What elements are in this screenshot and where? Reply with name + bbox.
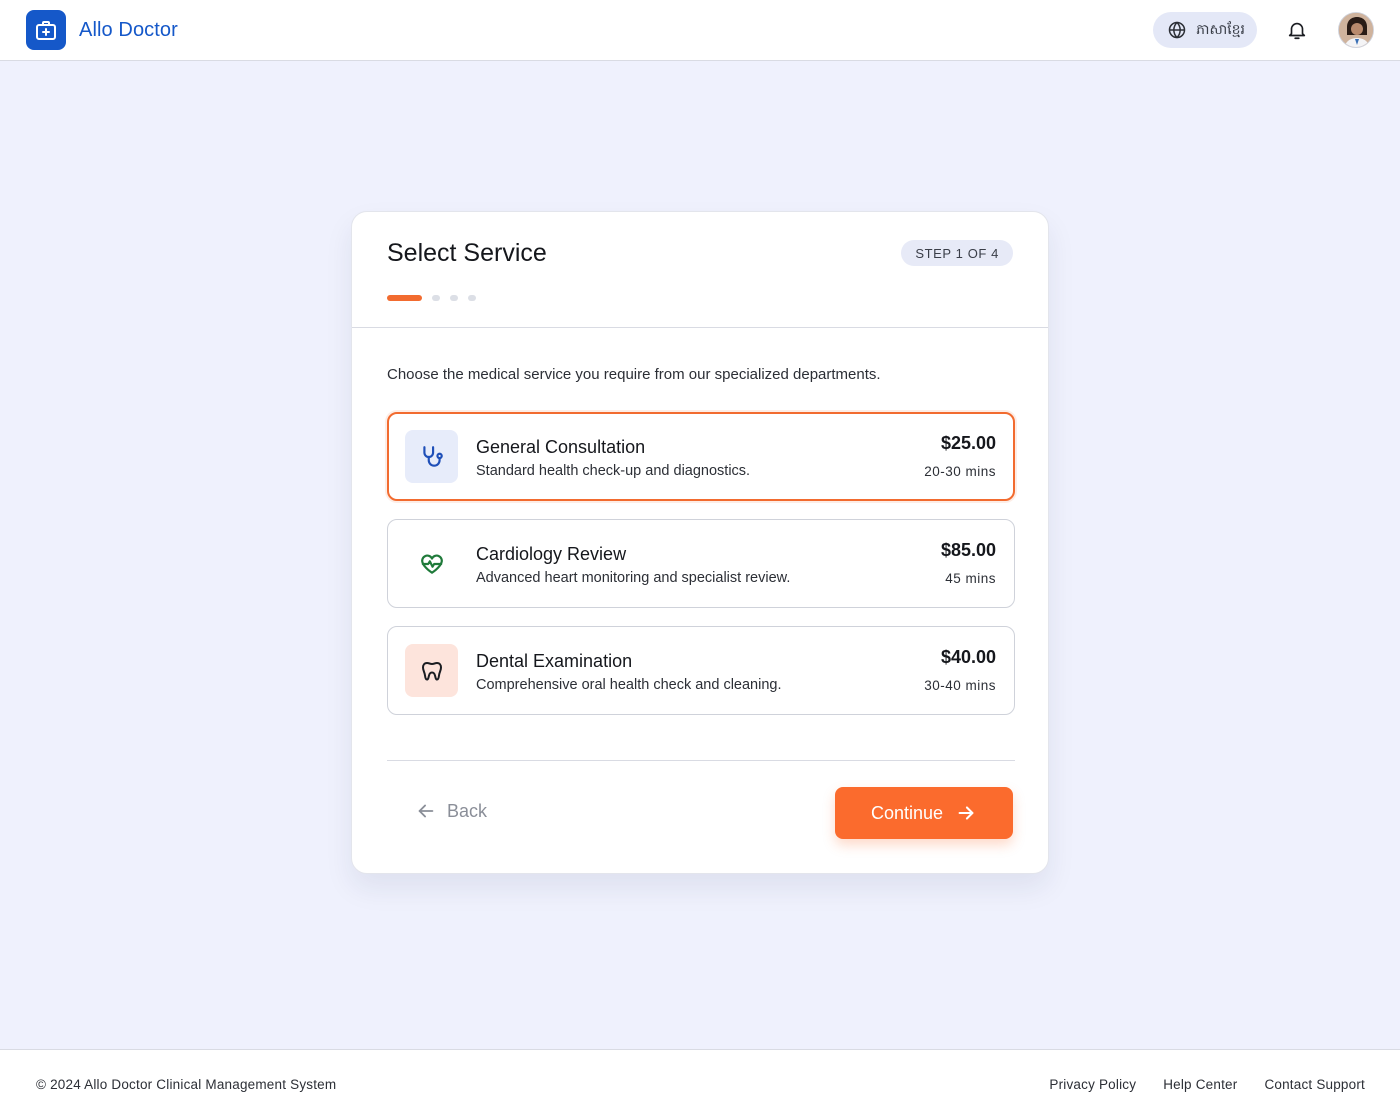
- globe-icon: [1168, 21, 1186, 39]
- back-button-label: Back: [447, 800, 488, 821]
- service-duration: 45 mins: [945, 571, 996, 586]
- progress-step-3: [450, 295, 458, 301]
- service-duration: 30-40 mins: [924, 678, 996, 693]
- service-name: Dental Examination: [476, 651, 633, 671]
- user-avatar[interactable]: [1338, 12, 1374, 48]
- brand[interactable]: Allo Doctor: [26, 10, 178, 50]
- medical-kit-logo-icon: [26, 10, 66, 50]
- select-service-card: Select Service STEP 1 OF 4 Choose the me…: [351, 211, 1049, 874]
- footer-links: Privacy Policy Help Center Contact Suppo…: [1049, 1077, 1365, 1092]
- page-title: Select Service: [387, 239, 547, 267]
- top-navigation-bar: Allo Doctor ភាសាខ្មែរ: [0, 0, 1400, 61]
- service-duration: 20-30 mins: [924, 464, 996, 479]
- notifications-button[interactable]: [1285, 18, 1309, 42]
- progress-step-4: [468, 295, 476, 301]
- tooth-icon: [405, 644, 458, 697]
- service-option-cardiology-review[interactable]: Cardiology Review Advanced heart monitor…: [387, 519, 1015, 608]
- service-description: Standard health check-up and diagnostics…: [476, 463, 751, 479]
- arrow-right-icon: [958, 806, 974, 820]
- service-description: Comprehensive oral health check and clea…: [476, 677, 782, 693]
- continue-button-label: Continue: [870, 802, 944, 823]
- bell-icon: [1288, 22, 1306, 40]
- language-label: ភាសាខ្មែរ: [1196, 20, 1245, 37]
- actions-divider: [387, 760, 1015, 761]
- progress-step-2: [432, 295, 440, 301]
- privacy-policy-link[interactable]: Privacy Policy: [1049, 1077, 1136, 1092]
- step-badge: STEP 1 OF 4: [901, 240, 1013, 266]
- service-option-general-consultation[interactable]: General Consultation Standard health che…: [387, 412, 1015, 501]
- service-price: $85.00: [940, 540, 996, 560]
- contact-support-link[interactable]: Contact Support: [1264, 1077, 1365, 1092]
- progress-step-1: [387, 295, 422, 301]
- instructions-text: Choose the medical service you require f…: [387, 366, 881, 383]
- service-description: Advanced heart monitoring and specialist…: [476, 570, 791, 586]
- heart-pulse-icon: [405, 537, 458, 590]
- service-price: $25.00: [940, 433, 996, 453]
- step-progress: [387, 295, 476, 301]
- arrow-left-icon: [418, 804, 434, 818]
- footer: © 2024 Allo Doctor Clinical Management S…: [0, 1049, 1400, 1120]
- service-name: Cardiology Review: [476, 544, 627, 564]
- help-center-link[interactable]: Help Center: [1163, 1077, 1237, 1092]
- service-name: General Consultation: [476, 437, 646, 457]
- service-price: $40.00: [940, 647, 996, 667]
- app-name: Allo Doctor: [79, 18, 178, 41]
- continue-button[interactable]: Continue: [835, 787, 1013, 839]
- service-option-dental-examination[interactable]: Dental Examination Comprehensive oral he…: [387, 626, 1015, 715]
- card-header: Select Service STEP 1 OF 4: [352, 212, 1048, 328]
- copyright-text: © 2024 Allo Doctor Clinical Management S…: [36, 1077, 337, 1092]
- stethoscope-icon: [405, 430, 458, 483]
- language-selector[interactable]: ភាសាខ្មែរ: [1153, 12, 1257, 48]
- back-button[interactable]: Back: [415, 800, 487, 822]
